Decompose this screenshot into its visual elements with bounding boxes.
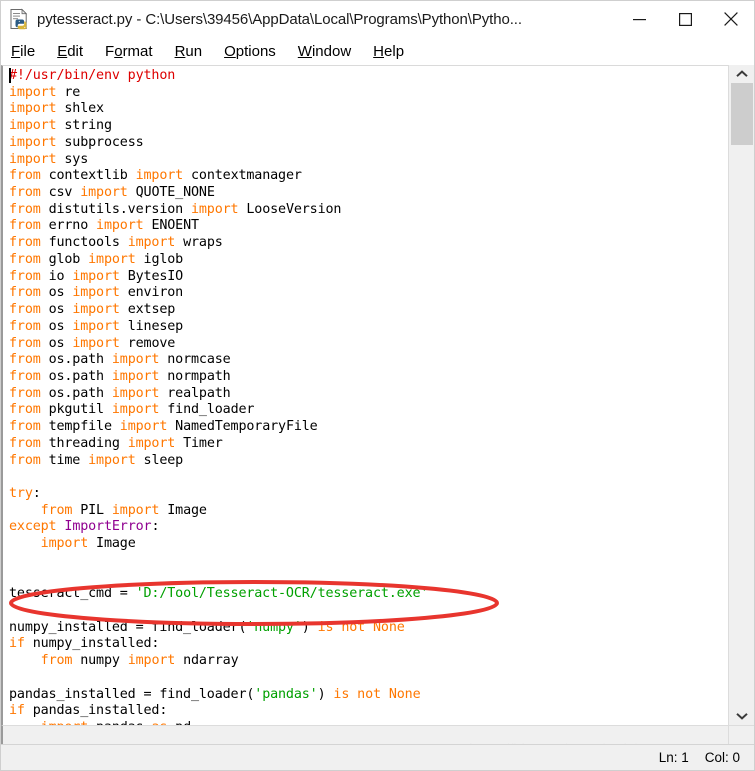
scrollbar-corner: [728, 725, 754, 746]
horizontal-scrollbar[interactable]: [1, 725, 728, 746]
menu-item-options[interactable]: Options: [223, 42, 277, 61]
text-caret: [9, 68, 11, 83]
minimize-icon: [632, 18, 646, 20]
close-icon: [724, 12, 738, 26]
scroll-down-button[interactable]: [729, 707, 754, 725]
editor-region: #!/usr/bin/env python import re import s…: [1, 65, 754, 746]
status-column-indicator: Col: 0: [704, 750, 740, 765]
vertical-scrollbar[interactable]: [728, 65, 754, 725]
status-bar: Ln: 1 Col: 0: [1, 744, 754, 770]
menu-item-format[interactable]: Format: [104, 42, 154, 61]
chevron-up-icon: [736, 70, 748, 77]
menu-item-edit[interactable]: Edit: [56, 42, 84, 61]
menu-item-window[interactable]: Window: [297, 42, 352, 61]
status-line-indicator: Ln: 1: [658, 750, 689, 765]
menu-item-file[interactable]: File: [10, 42, 36, 61]
minimize-button[interactable]: [616, 1, 662, 37]
idle-editor-window: pytesseract.py - C:\Users\39456\AppData\…: [0, 0, 755, 771]
menu-item-run[interactable]: Run: [174, 42, 204, 61]
title-bar: pytesseract.py - C:\Users\39456\AppData\…: [1, 1, 754, 38]
maximize-icon: [678, 12, 692, 26]
maximize-button[interactable]: [662, 1, 708, 37]
window-title: pytesseract.py - C:\Users\39456\AppData\…: [37, 10, 522, 28]
source-code[interactable]: #!/usr/bin/env python import re import s…: [3, 67, 728, 725]
scroll-up-button[interactable]: [729, 65, 754, 83]
menu-bar: File Edit Format Run Options Window Help: [1, 38, 754, 65]
close-button[interactable]: [708, 1, 754, 37]
menu-item-help[interactable]: Help: [372, 42, 405, 61]
horizontal-scrollbar-thumb[interactable]: [5, 728, 705, 744]
vertical-scrollbar-thumb[interactable]: [731, 83, 753, 145]
python-file-icon: [8, 8, 30, 30]
chevron-down-icon: [736, 713, 748, 720]
code-text-area[interactable]: #!/usr/bin/env python import re import s…: [1, 65, 728, 725]
